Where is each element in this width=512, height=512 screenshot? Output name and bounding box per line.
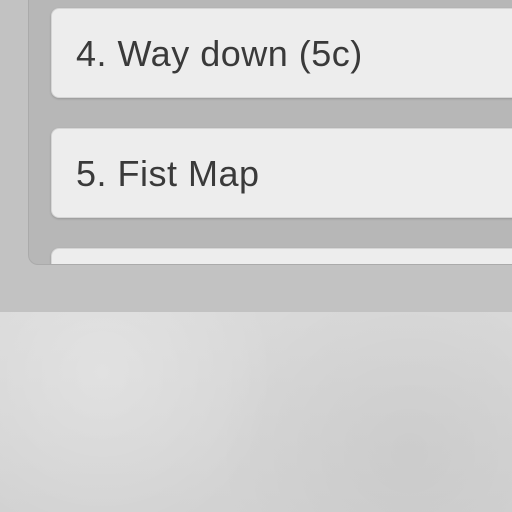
route-list: 4. Way down (5c) 5. Fist Map bbox=[51, 0, 512, 264]
route-item[interactable]: 5. Fist Map bbox=[51, 128, 512, 218]
route-item[interactable]: 4. Way down (5c) bbox=[51, 8, 512, 98]
route-item[interactable] bbox=[51, 248, 512, 264]
app-screen: 4. Way down (5c) 5. Fist Map bbox=[0, 0, 512, 512]
background-texture bbox=[0, 312, 512, 512]
route-item-label: 5. Fist Map bbox=[76, 153, 260, 194]
route-item-label: 4. Way down (5c) bbox=[76, 33, 363, 74]
route-list-container: 4. Way down (5c) 5. Fist Map bbox=[28, 0, 512, 265]
route-panel: 4. Way down (5c) 5. Fist Map bbox=[0, 0, 512, 312]
